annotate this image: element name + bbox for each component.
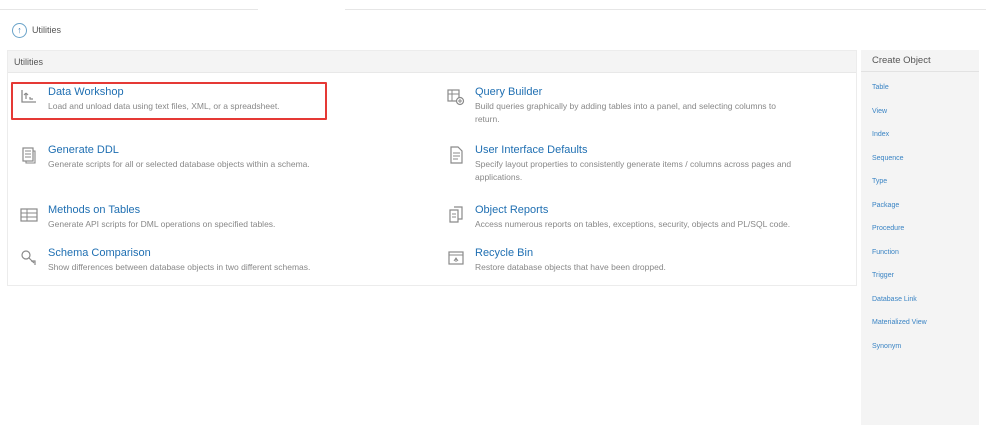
create-object-link[interactable]: Package xyxy=(861,194,979,218)
item-title[interactable]: Generate DDL xyxy=(48,144,310,157)
create-object-link[interactable]: Materialized View xyxy=(861,311,979,335)
item-description-cont: applications. xyxy=(475,172,523,182)
panel-header: Utilities xyxy=(8,51,856,73)
item-description: Show differences between database object… xyxy=(48,262,311,272)
create-object-link[interactable]: Database Link xyxy=(861,288,979,312)
item-description: Restore database objects that have been … xyxy=(475,262,666,272)
utility-item-recycle-bin[interactable]: Recycle Bin Restore database objects tha… xyxy=(443,247,666,273)
create-object-link[interactable]: Index xyxy=(861,123,979,147)
item-title[interactable]: Query Builder xyxy=(475,86,776,99)
top-divider-right xyxy=(345,9,986,10)
utilities-icon: ↑ xyxy=(12,22,27,38)
item-title[interactable]: User Interface Defaults xyxy=(475,144,791,157)
create-object-link[interactable]: Procedure xyxy=(861,217,979,241)
create-object-sidebar: Create Object Table View Index Sequence … xyxy=(861,50,979,425)
create-object-link[interactable]: Function xyxy=(861,241,979,265)
create-object-link[interactable]: View xyxy=(861,100,979,124)
top-strip xyxy=(0,0,986,12)
utility-item-object-reports[interactable]: Object Reports Access numerous reports o… xyxy=(443,204,790,230)
create-object-link[interactable]: Type xyxy=(861,170,979,194)
ui-defaults-icon xyxy=(443,144,469,170)
create-object-link[interactable]: Sequence xyxy=(861,147,979,171)
item-description: Specify layout properties to consistentl… xyxy=(475,159,792,169)
top-divider-left xyxy=(0,9,258,10)
create-object-link[interactable]: Table xyxy=(861,76,979,100)
create-object-link[interactable]: Trigger xyxy=(861,264,979,288)
query-builder-icon xyxy=(443,86,469,112)
recycle-bin-icon xyxy=(443,247,469,273)
item-description: Generate scripts for all or selected dat… xyxy=(48,159,310,169)
generate-ddl-icon xyxy=(16,144,42,170)
schema-comparison-icon xyxy=(16,247,42,273)
item-title[interactable]: Recycle Bin xyxy=(475,247,666,260)
item-title[interactable]: Object Reports xyxy=(475,204,790,217)
sidebar-title: Create Object xyxy=(861,50,979,72)
object-reports-icon xyxy=(443,204,469,230)
breadcrumb-label: Utilities xyxy=(32,25,62,35)
utility-item-schema-comparison[interactable]: Schema Comparison Show differences betwe… xyxy=(16,247,310,273)
utility-item-generate-ddl[interactable]: Generate DDL Generate scripts for all or… xyxy=(16,144,310,170)
item-title[interactable]: Schema Comparison xyxy=(48,247,310,260)
item-description: Generate API scripts for DML operations … xyxy=(48,219,276,229)
breadcrumb[interactable]: ↑ Utilities xyxy=(12,21,61,39)
highlight-box xyxy=(11,82,327,120)
create-object-list: Table View Index Sequence Type Package P… xyxy=(861,72,979,358)
item-title[interactable]: Methods on Tables xyxy=(48,204,275,217)
item-description-cont: return. xyxy=(475,114,500,124)
create-object-link[interactable]: Synonym xyxy=(861,335,979,359)
utility-item-user-interface-defaults[interactable]: User Interface Defaults Specify layout p… xyxy=(443,144,791,183)
item-description: Access numerous reports on tables, excep… xyxy=(475,219,791,229)
utility-item-query-builder[interactable]: Query Builder Build queries graphically … xyxy=(443,86,776,125)
item-description: Build queries graphically by adding tabl… xyxy=(475,101,776,111)
utility-item-methods-on-tables[interactable]: Methods on Tables Generate API scripts f… xyxy=(16,204,275,230)
methods-on-tables-icon xyxy=(16,204,42,230)
